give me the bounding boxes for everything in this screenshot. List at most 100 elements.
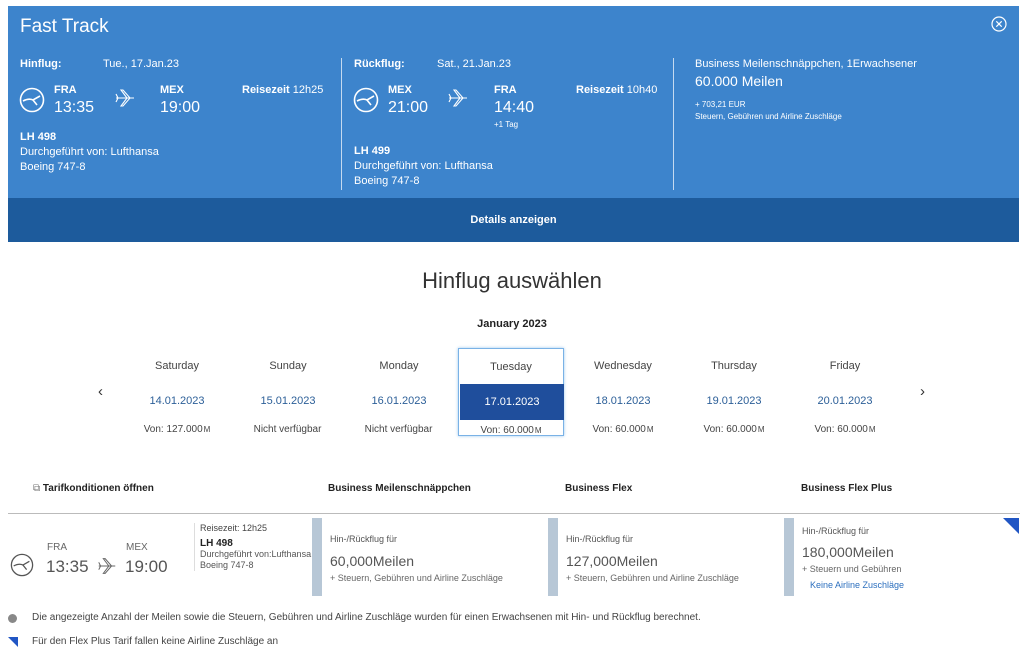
return-operator: Durchgeführt von: Lufthansa (354, 160, 493, 172)
lufthansa-crane-icon (19, 87, 45, 113)
fare-miles: 60.000 Meilen (695, 73, 783, 89)
day-price: Von: 60.000M (592, 424, 654, 435)
return-next-day: +1 Tag (494, 120, 519, 129)
external-link-icon: ⧉ (33, 483, 41, 494)
booking-summary-panel: Fast Track Hinflug: Tue., 17.Jan.23 FRA … (8, 6, 1019, 198)
note-text: Für den Flex Plus Tarif fallen keine Air… (32, 636, 279, 647)
outbound-aircraft: Boeing 747-8 (20, 161, 86, 173)
return-heading: Rückflug: (354, 58, 405, 70)
column-header: Business Flex (565, 483, 633, 494)
outbound-heading: Hinflug: (20, 58, 62, 70)
tariff-conditions-link[interactable]: ⧉ Tarifkonditionen öffnen (33, 483, 154, 494)
chevron-left-icon[interactable]: ‹ (98, 383, 103, 400)
fare-bar (784, 518, 794, 596)
flight-number: LH 498 (200, 538, 233, 549)
divider (341, 58, 342, 190)
fare-tax: + 703,21 EUR (695, 100, 746, 109)
note-text: Die angezeigte Anzahl der Meilen sowie d… (32, 612, 701, 623)
outbound-from-code: FRA (54, 84, 77, 96)
date-option[interactable]: Thursday 19.01.2023 Von: 60.000M (681, 348, 787, 436)
return-aircraft: Boeing 747-8 (354, 175, 420, 187)
return-duration: Reisezeit 10h40 (576, 84, 658, 96)
outbound-flight-info: LH 498 Durchgeführt von: Lufthansa Boein… (20, 130, 159, 175)
date-option[interactable]: Wednesday 18.01.2023 Von: 60.000M (570, 348, 676, 436)
column-header: Business Meilenschnäppchen (328, 483, 471, 494)
corner-flag-icon (1003, 518, 1019, 534)
fare-label: Hin-/Rückflug für (802, 526, 870, 536)
return-to-code: FRA (494, 84, 517, 96)
column-header: Business Flex Plus (801, 483, 893, 494)
month-label: January 2023 (477, 318, 547, 330)
day-price: Von: 127.000M (143, 424, 211, 435)
fare-bar (312, 518, 322, 596)
flight-from-code: FRA (47, 542, 67, 553)
return-flight-number: LH 499 (354, 145, 391, 157)
return-from-code: MEX (388, 84, 412, 96)
page-title: Hinflug auswählen (422, 268, 602, 293)
day-date: 17.01.2023 (460, 384, 564, 420)
day-price: Von: 60.000M (703, 424, 765, 435)
fare-miles: 60,000Meilen (330, 553, 415, 569)
flight-from-time: 13:35 (46, 557, 89, 576)
day-date: 14.01.2023 (149, 395, 205, 407)
day-name: Monday (379, 360, 419, 372)
day-price: Von: 60.000M (480, 425, 542, 436)
day-date: 20.01.2023 (817, 395, 873, 407)
date-option[interactable]: Friday 20.01.2023 Von: 60.000M (792, 348, 898, 436)
fare-label: Hin-/Rückflug für (566, 534, 634, 544)
airplane-icon (448, 89, 467, 107)
divider (673, 58, 674, 190)
fare-bar (548, 518, 558, 596)
corner-flag-icon (8, 637, 18, 647)
outbound-date: Tue., 17.Jan.23 (103, 58, 180, 70)
fare-note: + Steuern, Gebühren und Airline Zuschläg… (330, 573, 503, 583)
divider (8, 513, 1020, 514)
outbound-from-time: 13:35 (54, 99, 95, 116)
chevron-right-icon[interactable]: › (920, 383, 925, 400)
flight-operator: Durchgeführt von:Lufthansa (200, 549, 312, 559)
airplane-icon (115, 89, 134, 107)
fare-miles: 180,000Meilen (802, 544, 894, 560)
fare-option-meilenschnaeppchen[interactable]: Hin-/Rückflug für 60,000Meilen + Steuern… (312, 518, 537, 598)
date-option[interactable]: Monday 16.01.2023 Nicht verfügbar (346, 348, 452, 436)
fare-extra: Keine Airline Zuschläge (810, 580, 905, 590)
lufthansa-crane-icon (10, 553, 34, 577)
fare-option-flex-plus[interactable]: Hin-/Rückflug für 180,000Meilen + Steuer… (784, 518, 1009, 598)
fare-miles: 127,000Meilen (566, 553, 658, 569)
date-option[interactable]: Sunday 15.01.2023 Nicht verfügbar (235, 348, 341, 436)
close-circle-icon[interactable] (991, 16, 1007, 32)
day-name: Saturday (154, 360, 200, 372)
outbound-flight-number: LH 498 (20, 131, 57, 143)
return-to-time: 14:40 (494, 99, 535, 116)
day-date: 19.01.2023 (706, 395, 762, 407)
flight-to-code: MEX (126, 542, 148, 553)
date-option[interactable]: Saturday 14.01.2023 Von: 127.000M (124, 348, 230, 436)
info-dot-icon (8, 614, 17, 623)
fare-tax-note: Steuern, Gebühren und Airline Zuschläge (695, 112, 842, 121)
day-name: Wednesday (594, 360, 652, 372)
outbound-to-code: MEX (160, 84, 184, 96)
outbound-operator: Durchgeführt von: Lufthansa (20, 146, 159, 158)
outbound-duration: Reisezeit 12h25 (242, 84, 324, 96)
date-option[interactable]: Tuesday 17.01.2023 Von: 60.000M (458, 348, 564, 436)
fare-note: + Steuern und Gebühren (802, 564, 902, 574)
day-name: Thursday (711, 360, 757, 372)
fare-label: Hin-/Rückflug für (330, 534, 398, 544)
return-from-time: 21:00 (388, 99, 429, 116)
panel-title: Fast Track (20, 16, 109, 37)
return-flight-info: LH 499 Durchgeführt von: Lufthansa Boein… (354, 144, 493, 189)
day-price: Nicht verfügbar (253, 424, 322, 435)
airplane-icon (98, 558, 116, 574)
day-date: 15.01.2023 (260, 395, 316, 407)
day-name: Sunday (269, 360, 307, 372)
day-name: Friday (829, 360, 861, 372)
day-date: 16.01.2023 (371, 395, 427, 407)
details-button[interactable]: Details anzeigen (8, 198, 1019, 242)
fare-note: + Steuern, Gebühren und Airline Zuschläg… (566, 573, 739, 583)
fare-option-flex[interactable]: Hin-/Rückflug für 127,000Meilen + Steuer… (548, 518, 773, 598)
lufthansa-crane-icon (353, 87, 379, 113)
return-date: Sat., 21.Jan.23 (437, 58, 511, 70)
day-date: 18.01.2023 (595, 395, 651, 407)
flight-to-time: 19:00 (125, 557, 168, 576)
day-price: Nicht verfügbar (364, 424, 433, 435)
